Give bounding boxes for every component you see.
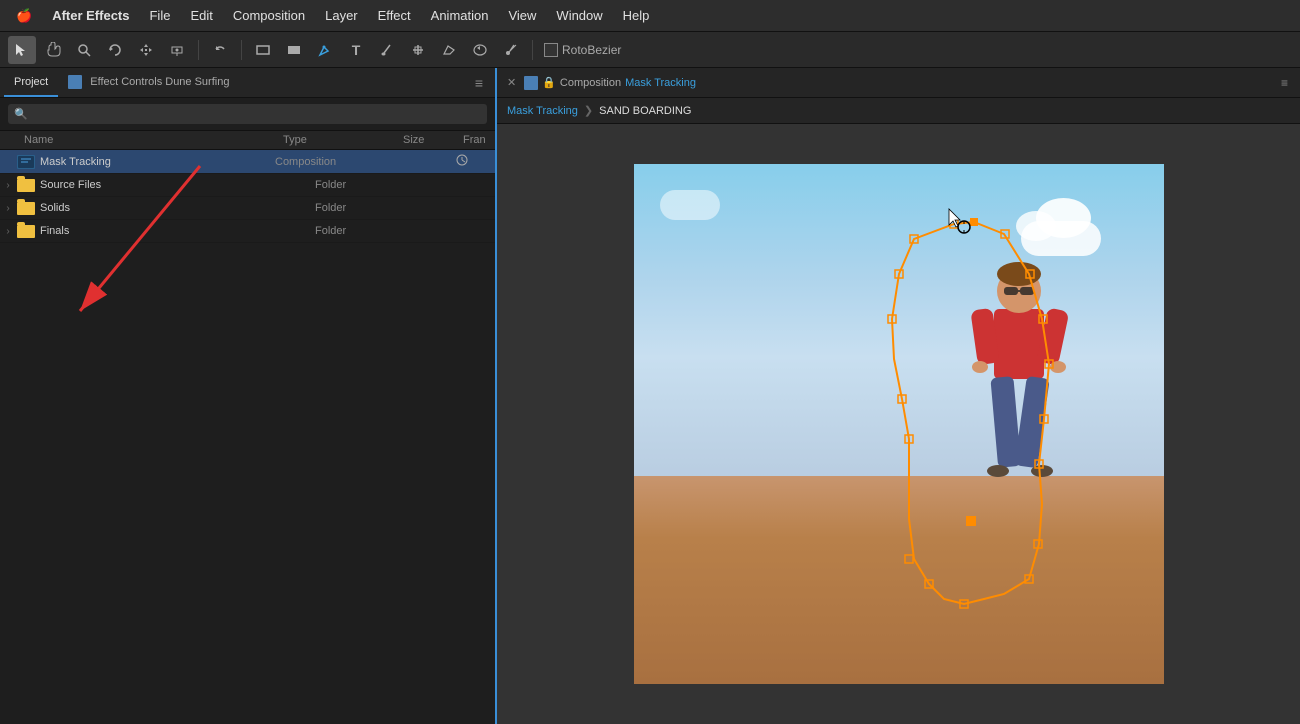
item-name: Mask Tracking [40, 156, 275, 168]
tab-effect-controls[interactable]: Effect Controls Dune Surfing [58, 68, 239, 97]
breadcrumb-current: SAND BOARDING [599, 105, 691, 117]
pen-tool[interactable] [311, 36, 339, 64]
item-type: Folder [315, 179, 435, 191]
breadcrumb-separator: ❯ [584, 104, 593, 117]
table-header: Name Type Size Fran [0, 131, 495, 150]
roto-tool[interactable] [466, 36, 494, 64]
menu-help[interactable]: Help [615, 6, 658, 25]
col-fran: Fran [455, 134, 495, 146]
text-tool[interactable]: T [342, 36, 370, 64]
app-name[interactable]: After Effects [44, 6, 137, 25]
toolbar: T RotoBezier [0, 32, 1300, 68]
comp-panel-menu[interactable]: ≡ [1273, 68, 1296, 97]
right-panel: ✕ 🔒 Composition Mask Tracking ≡ Mask Tra… [497, 68, 1300, 724]
clone-tool[interactable] [404, 36, 432, 64]
effect-tab-icon [68, 75, 82, 89]
expand-btn[interactable]: › [0, 180, 16, 191]
cursor-indicator [949, 209, 970, 233]
effect-controls-label: Effect Controls Dune Surfing [90, 76, 229, 88]
list-item[interactable]: › Finals Folder [0, 220, 495, 243]
expand-btn[interactable]: › [0, 226, 16, 237]
col-type: Type [275, 134, 395, 146]
breadcrumb-link[interactable]: Mask Tracking [507, 105, 578, 117]
item-name: Finals [40, 225, 315, 237]
comp-name-label: Mask Tracking [625, 77, 696, 89]
menu-layer[interactable]: Layer [317, 6, 366, 25]
menu-composition[interactable]: Composition [225, 6, 313, 25]
roto-bezier-checkbox[interactable] [544, 43, 558, 57]
roto-bezier-group: RotoBezier [544, 43, 621, 57]
eraser-tool[interactable] [435, 36, 463, 64]
menu-file[interactable]: File [141, 6, 178, 25]
list-item[interactable]: › Source Files Folder [0, 174, 495, 197]
selection-tool[interactable] [8, 36, 36, 64]
search-icon: 🔍 [14, 108, 28, 121]
move-tool[interactable] [132, 36, 160, 64]
shape-tool[interactable] [280, 36, 308, 64]
comp-tab[interactable]: 🔒 Composition Mask Tracking [524, 68, 696, 97]
brush-tool[interactable] [373, 36, 401, 64]
composition-word: Composition [560, 77, 621, 89]
menu-view[interactable]: View [500, 6, 544, 25]
project-items-list: Mask Tracking Composition › Source Files… [0, 150, 495, 724]
folder-icon [16, 223, 36, 239]
expand-btn[interactable]: › [0, 203, 16, 214]
item-name: Source Files [40, 179, 315, 191]
list-item[interactable]: › Solids Folder [0, 197, 495, 220]
menu-animation[interactable]: Animation [423, 6, 497, 25]
camera-down-tool[interactable] [163, 36, 191, 64]
item-name: Solids [40, 202, 315, 214]
item-type: Composition [275, 156, 395, 168]
toolbar-sep-3 [532, 40, 533, 60]
lock-icon: 🔒 [542, 76, 556, 89]
toolbar-sep-2 [241, 40, 242, 60]
undo-tool[interactable] [206, 36, 234, 64]
left-panel: Project Effect Controls Dune Surfing ≡ 🔍… [0, 68, 497, 724]
mask-overlay [634, 164, 1164, 684]
item-fran [455, 153, 495, 170]
rect-tool[interactable] [249, 36, 277, 64]
comp-tab-icon [524, 76, 538, 90]
roto-bezier-label: RotoBezier [562, 43, 621, 57]
project-tab-label: Project [14, 76, 48, 88]
comp-viewer[interactable] [497, 124, 1300, 724]
rotate-tool[interactable] [101, 36, 129, 64]
folder-icon [16, 200, 36, 216]
tab-project[interactable]: Project [4, 68, 58, 97]
comp-panel-tabs: ✕ 🔒 Composition Mask Tracking ≡ [497, 68, 1300, 98]
item-type: Folder [315, 202, 435, 214]
comp-tab-close[interactable]: ✕ [501, 68, 522, 97]
menu-bar: 🍎 After Effects File Edit Composition La… [0, 0, 1300, 32]
panel-menu-btn[interactable]: ≡ [467, 68, 491, 97]
toolbar-sep-1 [198, 40, 199, 60]
scene-canvas [634, 164, 1164, 684]
apple-menu[interactable]: 🍎 [8, 6, 40, 26]
menu-edit[interactable]: Edit [182, 6, 220, 25]
menu-window[interactable]: Window [548, 6, 610, 25]
folder-icon [16, 177, 36, 193]
main-area: Project Effect Controls Dune Surfing ≡ 🔍… [0, 68, 1300, 724]
search-wrapper: 🔍 [8, 104, 487, 124]
panel-tabs: Project Effect Controls Dune Surfing ≡ [0, 68, 495, 98]
menu-effect[interactable]: Effect [370, 6, 419, 25]
item-type: Folder [315, 225, 435, 237]
breadcrumb: Mask Tracking ❯ SAND BOARDING [497, 98, 1300, 124]
col-name: Name [16, 134, 275, 146]
project-search-area: 🔍 [0, 98, 495, 131]
hand-tool[interactable] [39, 36, 67, 64]
zoom-tool[interactable] [70, 36, 98, 64]
pin-tool[interactable] [497, 36, 525, 64]
comp-icon [16, 154, 36, 170]
search-input[interactable] [8, 104, 487, 124]
list-item[interactable]: Mask Tracking Composition [0, 150, 495, 174]
col-size: Size [395, 134, 455, 146]
